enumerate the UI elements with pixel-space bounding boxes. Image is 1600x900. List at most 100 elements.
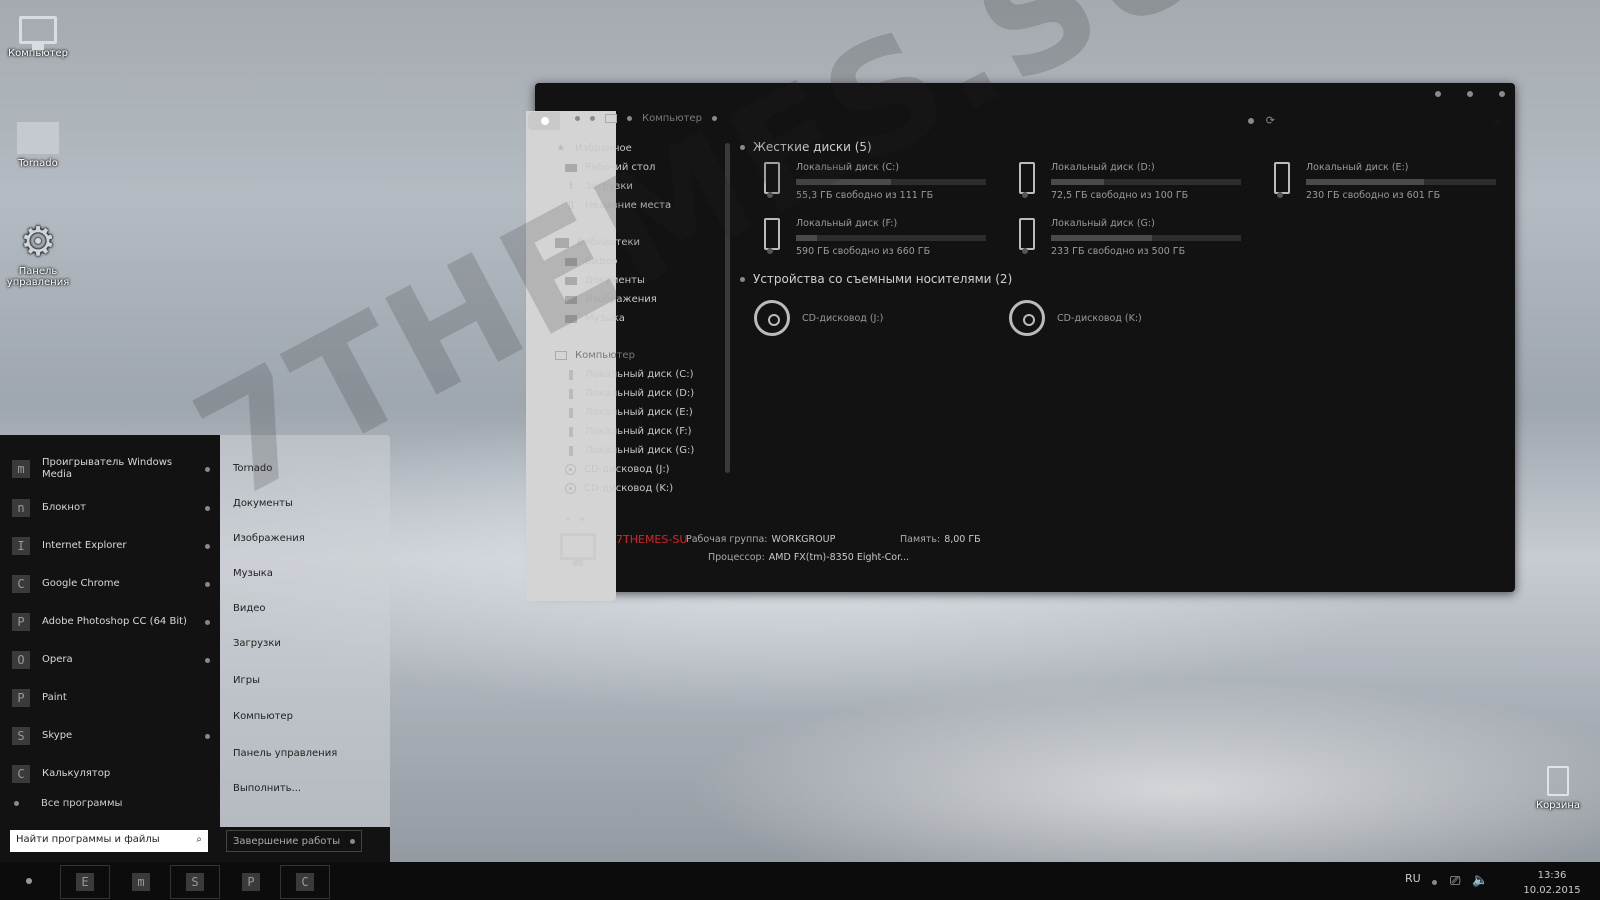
start-search-input[interactable]: Найти программы и файлы ⌕ [10,830,208,852]
desktop-icon-control-panel[interactable]: ⚙ Панель управления [0,222,76,288]
start-button[interactable] [26,878,32,884]
drive-icon [569,407,573,418]
taskbar-app-chrome[interactable]: C [280,865,330,899]
place-item[interactable]: Изображения [233,533,305,544]
nav-downloads[interactable]: ⭳ Загрузки [555,177,725,196]
clock-date: 10.02.2015 [1523,885,1581,896]
desktop-icon-tornado[interactable]: Tornado [0,118,76,169]
tray-overflow-button[interactable] [1432,880,1437,885]
drive-tile[interactable]: Локальный диск (C:) 55,3 ГБ свободно из … [762,162,1017,204]
clock[interactable]: 13:36 10.02.2015 [1512,868,1592,898]
nav-drive-d[interactable]: Локальный диск (D:) [555,384,725,403]
place-item[interactable]: Панель управления [233,748,337,759]
program-item[interactable]: m Проигрыватель Windows Media [12,457,210,481]
nav-cd-j[interactable]: CD-дисковод (J:) [555,460,725,479]
cd-drive-tile[interactable]: CD-дисковод (J:) [754,296,1009,340]
nav-desktop[interactable]: Рабочий стол [555,158,725,177]
nav-label: Локальный диск (F:) [585,426,692,437]
folder-icon [555,237,569,248]
all-programs-button[interactable]: Все программы [14,798,122,809]
search-icon[interactable]: ⌕ [1494,115,1501,130]
program-item[interactable]: C Google Chrome [12,575,210,593]
search-icon[interactable]: ⌕ [196,834,202,848]
drive-tile[interactable]: Локальный диск (G:) 233 ГБ свободно из 5… [1017,218,1272,260]
history-dropdown[interactable] [1247,117,1254,124]
desktop-icon-computer[interactable]: Компьютер [0,10,76,59]
removable-header[interactable]: Устройства со съемными носителями (2) [740,270,1515,288]
program-item[interactable]: O Opera [12,651,210,669]
jumplist-arrow[interactable] [205,543,210,549]
start-menu-places [220,435,390,827]
program-item[interactable]: P Adobe Photoshop CC (64 Bit) [12,613,210,631]
place-item[interactable]: Выполнить... [233,783,301,794]
nav-drive-f[interactable]: Локальный диск (F:) [555,422,725,441]
jumplist-arrow[interactable] [205,505,210,511]
cd-icon [565,464,576,475]
drive-tile[interactable]: Локальный диск (E:) 230 ГБ свободно из 6… [1272,162,1527,204]
taskbar-app-photoshop[interactable]: P [226,865,276,899]
breadcrumb-dropdown[interactable] [711,116,717,121]
nav-libraries[interactable]: Библиотеки [555,233,725,252]
desktop-icon [565,163,577,172]
shutdown-options-arrow[interactable] [350,838,355,844]
place-item[interactable]: Компьютер [233,711,293,722]
maximize-button[interactable] [1467,91,1473,97]
close-button[interactable] [1499,91,1505,97]
nav-scrollbar[interactable] [725,143,730,473]
nav-video[interactable]: Видео [555,252,725,271]
back-button[interactable] [528,112,560,130]
computer-icon [555,351,567,360]
jumplist-arrow[interactable] [205,466,210,472]
cd-drive-tile[interactable]: CD-дисковод (K:) [1009,296,1264,340]
shutdown-button[interactable]: Завершение работы [226,830,362,852]
breadcrumb[interactable]: Компьютер [575,113,717,124]
program-item[interactable]: n Блокнот [12,499,210,517]
place-item[interactable]: Видео [233,603,266,614]
jumplist-arrow[interactable] [205,733,210,739]
jumplist-arrow[interactable] [205,657,210,663]
breadcrumb-item[interactable]: Компьютер [642,113,702,124]
nav-recent[interactable]: ▯ Недавние места [555,196,725,215]
network-icon[interactable]: ⎚ [1450,874,1460,889]
details-pane: 7THEMES-SU Рабочая группа: WORKGROUP Памя… [560,517,1160,579]
details-toggle[interactable] [566,517,584,521]
volume-icon[interactable]: 🔈 [1472,873,1488,888]
drive-free-space: 55,3 ГБ свободно из 111 ГБ [796,190,934,201]
minimize-button[interactable] [1435,91,1441,97]
language-indicator[interactable]: RU [1405,872,1421,885]
nav-favorites[interactable]: ★ Избранное [555,139,725,158]
program-item[interactable]: P Paint [12,689,210,707]
nav-images[interactable]: Изображения [555,290,725,309]
place-item[interactable]: Загрузки [233,638,281,649]
desktop-icon-recycle-bin[interactable]: Корзина [1520,760,1596,811]
jumplist-arrow[interactable] [205,619,210,625]
forward-button[interactable] [575,116,580,121]
place-item[interactable]: Документы [233,498,293,509]
taskbar-app-media[interactable]: m [116,865,166,899]
nav-drive-g[interactable]: Локальный диск (G:) [555,441,725,460]
place-item[interactable]: Tornado [233,463,272,474]
drive-tile[interactable]: Локальный диск (D:) 72,5 ГБ свободно из … [1017,162,1272,204]
desktop-icon-label: Корзина [1535,800,1581,811]
place-item[interactable]: Музыка [233,568,273,579]
nav-drive-c[interactable]: Локальный диск (C:) [555,365,725,384]
hard-disks-header[interactable]: Жесткие диски (5) [740,138,1515,156]
nav-computer[interactable]: Компьютер [555,346,725,365]
drive-tile[interactable]: Локальный диск (F:) 590 ГБ свободно из 6… [762,218,1017,260]
program-item[interactable]: S Skype [12,727,210,745]
refresh-icon[interactable]: ⟳ [1266,114,1275,127]
usage-fill [1051,179,1105,185]
taskbar-app-explorer[interactable]: E [60,865,110,899]
drive-icon [569,426,573,437]
nav-cd-k[interactable]: CD-дисковод (K:) [555,479,725,498]
jumplist-arrow[interactable] [205,581,210,587]
nav-music[interactable]: Музыка [555,309,725,328]
program-item[interactable]: C Калькулятор [12,765,210,783]
program-item[interactable]: I Internet Explorer [12,537,210,555]
nav-documents[interactable]: Документы [555,271,725,290]
place-item[interactable]: Игры [233,675,260,686]
drive-icon [1272,162,1290,200]
taskbar-app-skype[interactable]: S [170,865,220,899]
nav-drive-e[interactable]: Локальный диск (E:) [555,403,725,422]
memory-row: Память: 8,00 ГБ [900,534,981,545]
